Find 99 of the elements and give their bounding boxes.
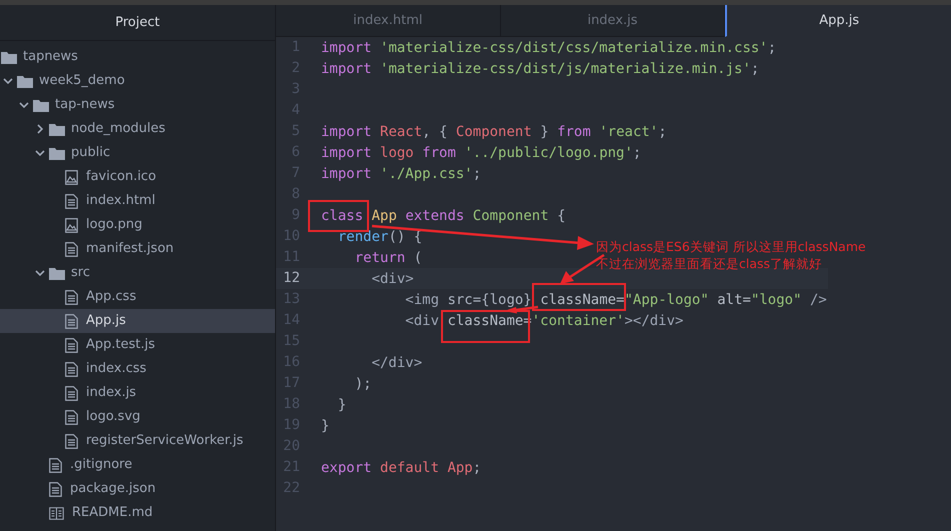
code-token: import — [321, 62, 372, 76]
code-token: ; — [472, 166, 482, 180]
file-item[interactable]: App.js — [0, 309, 275, 333]
code-token: alt= — [717, 292, 751, 306]
code-token: ( — [414, 250, 422, 264]
code-token: } — [338, 398, 346, 412]
code-token: , { — [422, 124, 448, 138]
folder-item[interactable]: tap-news — [0, 93, 275, 117]
file-icon — [65, 290, 78, 304]
folder-item[interactable]: node_modules — [0, 117, 275, 141]
code-token: "logo" — [750, 292, 802, 306]
code-token: from — [422, 146, 456, 160]
chevron-icon[interactable] — [19, 100, 29, 110]
code-token: return — [354, 250, 406, 264]
code-token: className= — [540, 292, 624, 306]
folder-icon — [1, 50, 17, 64]
folder-icon — [33, 98, 49, 112]
code-token: </div> — [372, 356, 422, 370]
code-token: '../public/logo.png' — [464, 146, 633, 160]
code-token: <div — [405, 314, 440, 328]
code-token: import — [321, 166, 372, 180]
file-item[interactable]: index.js — [0, 381, 275, 405]
code-token: ; — [658, 124, 667, 138]
panel-title: Project — [115, 14, 160, 32]
code-token: export — [321, 460, 372, 474]
file-item[interactable]: .gitignore — [0, 453, 275, 477]
folder-item[interactable]: src — [0, 261, 275, 285]
folder-item[interactable]: week5_demo — [0, 69, 275, 93]
code-token: } — [321, 418, 330, 432]
code-token: React — [380, 124, 422, 138]
file-item[interactable]: App.test.js — [0, 333, 275, 357]
code-token: 'materialize-css/dist/js/materialize.min.js' — [380, 62, 751, 76]
code-token: logo — [380, 146, 414, 160]
file-icon — [65, 242, 78, 256]
code-token: extends — [405, 208, 464, 222]
file-icon — [65, 338, 78, 352]
code-token: 'react' — [599, 124, 658, 138]
highlight-frame — [308, 200, 369, 232]
file-item[interactable]: manifest.json — [0, 237, 275, 261]
file-item[interactable]: registerServiceWorker.js — [0, 429, 275, 453]
file-icon — [65, 434, 78, 448]
code-token: /> — [810, 292, 827, 306]
file-icon — [65, 194, 78, 208]
chevron-icon[interactable] — [3, 76, 13, 86]
file-item[interactable]: index.html — [0, 189, 275, 213]
code-token: class — [321, 208, 364, 222]
chevron-icon[interactable] — [35, 148, 45, 158]
file-item[interactable]: App.css — [0, 285, 275, 309]
file-icon — [65, 362, 78, 376]
file-item[interactable]: logo.png — [0, 213, 275, 237]
code-token: ; — [632, 146, 642, 160]
code-token: ; — [472, 460, 482, 474]
chevron-icon[interactable] — [35, 268, 45, 278]
code-token: <div> — [372, 272, 414, 286]
code-token: default App — [380, 460, 473, 474]
code-token: "App-logo" — [624, 292, 709, 306]
code-token: import — [321, 146, 372, 160]
code-token: Component — [472, 208, 549, 222]
code-token: import — [321, 40, 372, 54]
file-item[interactable]: index.css — [0, 357, 275, 381]
code-token: 'container' — [532, 314, 624, 328]
editor-tab[interactable]: App.js — [725, 5, 951, 37]
folder-icon — [49, 266, 65, 280]
file-icon — [65, 386, 78, 400]
image-file-icon — [65, 218, 78, 232]
code-token: ; — [768, 40, 776, 54]
code-token: Component — [456, 124, 532, 138]
chevron-icon[interactable] — [35, 124, 45, 134]
code-token: App — [372, 208, 397, 222]
code-token: from — [557, 124, 591, 138]
folder-icon — [49, 122, 65, 136]
code-token: ; — [750, 62, 760, 76]
folder-item[interactable]: public — [0, 141, 275, 165]
code-token: 'materialize-css/dist/css/materialize.min.css' — [380, 40, 768, 54]
file-icon — [65, 410, 78, 424]
code-token: { — [557, 208, 566, 222]
folder-icon — [49, 146, 65, 160]
code-token: import — [321, 124, 372, 138]
file-item[interactable]: package.json — [0, 477, 275, 501]
folder-item[interactable]: tapnews — [0, 45, 275, 69]
file-icon — [49, 482, 62, 496]
file-item[interactable]: favicon.ico — [0, 165, 275, 189]
line-number: 12 — [282, 269, 300, 288]
code-token: <img — [405, 292, 440, 306]
folder-icon — [17, 74, 33, 88]
file-icon — [65, 314, 78, 328]
file-item[interactable]: logo.svg — [0, 405, 275, 429]
book-icon — [49, 506, 64, 520]
code-token: ); — [354, 376, 372, 390]
arrow — [504, 306, 538, 314]
code-token: src={logo} — [447, 292, 532, 306]
code-token: render — [338, 230, 388, 244]
code-token: ></div> — [624, 314, 684, 328]
image-file-icon — [65, 170, 78, 184]
file-item[interactable]: README.md — [0, 501, 275, 525]
editor-tab[interactable]: index.html — [276, 5, 501, 37]
file-icon — [49, 458, 62, 472]
code-token: './App.css' — [380, 166, 473, 180]
code-token: } — [540, 124, 549, 138]
